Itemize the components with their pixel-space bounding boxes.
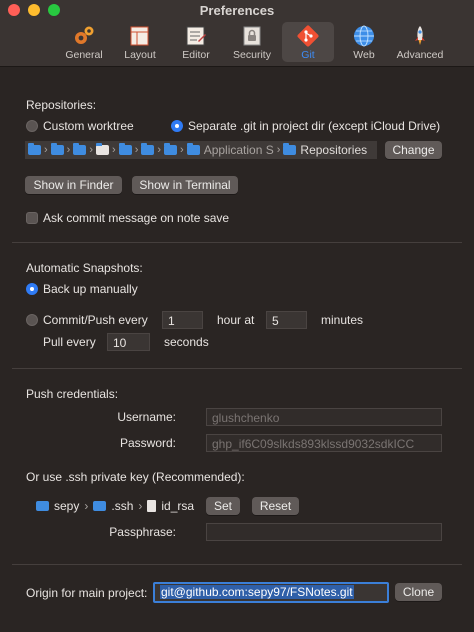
tab-security-label: Security (233, 49, 271, 61)
automatic-snapshots-label: Automatic Snapshots: (26, 261, 143, 275)
chevron-right-icon: › (276, 144, 281, 156)
chevron-right-icon: › (157, 144, 162, 156)
repository-path-control[interactable]: › › › › › › › Application S › Repositorie… (25, 141, 377, 159)
chevron-right-icon: › (44, 144, 48, 156)
key-path-segment: id_rsa (161, 499, 195, 513)
password-label: Password: (119, 436, 176, 450)
pull-every-label: Pull every (43, 335, 96, 349)
chevron-right-icon: › (134, 144, 139, 156)
gears-icon (72, 24, 96, 48)
tab-git[interactable]: Git (282, 22, 334, 62)
lock-icon (240, 24, 264, 48)
hour-at-label: hour at (217, 313, 255, 327)
key-path-segment: sepy (54, 499, 80, 513)
custom-worktree-label[interactable]: Custom worktree (43, 119, 134, 133)
path-segment[interactable]: › (141, 143, 162, 156)
reset-key-button[interactable]: Reset (252, 497, 299, 515)
globe-icon (352, 24, 376, 48)
path-segment[interactable]: › (50, 143, 71, 156)
app-icon (96, 143, 110, 155)
section-divider (12, 242, 462, 243)
tab-editor[interactable]: Editor (170, 22, 222, 62)
pull-seconds-field[interactable]: 10 (107, 333, 150, 351)
folder-icon (36, 501, 49, 511)
key-path-segment: .ssh (111, 499, 134, 513)
git-icon (296, 24, 320, 48)
tab-layout-label: Layout (124, 49, 156, 61)
section-divider (12, 564, 462, 565)
layout-icon (128, 24, 152, 48)
seconds-label: seconds (164, 335, 209, 349)
chevron-right-icon: › (180, 144, 184, 156)
clone-button[interactable]: Clone (395, 583, 442, 601)
chevron-right-icon: › (84, 499, 89, 513)
tab-general-label: General (65, 49, 103, 61)
ask-commit-checkbox[interactable] (26, 212, 38, 224)
section-divider (12, 368, 462, 369)
chevron-right-icon: › (112, 144, 116, 156)
folder-icon (164, 143, 178, 155)
commit-push-radio[interactable] (26, 314, 38, 326)
preferences-toolbar: General Layout Editor Security Git Web A… (58, 22, 450, 62)
backup-manually-label[interactable]: Back up manually (43, 282, 138, 296)
path-segment[interactable]: › (118, 143, 139, 156)
tab-layout[interactable]: Layout (114, 22, 166, 62)
tab-web-label: Web (353, 49, 375, 61)
separate-git-label[interactable]: Separate .git in project dir (except iCl… (188, 119, 440, 133)
repositories-label: Repositories: (26, 98, 97, 112)
commit-minutes-field[interactable]: 5 (266, 311, 307, 329)
folder-icon (283, 143, 297, 155)
commit-hours-field[interactable]: 1 (162, 311, 203, 329)
separate-git-radio[interactable] (171, 120, 183, 132)
password-field[interactable]: ghp_if6C09slkds893klssd9032sdkICC (206, 434, 442, 452)
tab-editor-label: Editor (182, 49, 210, 61)
tab-git-label: Git (301, 49, 315, 61)
origin-label: Origin for main project: (26, 586, 148, 600)
chevron-right-icon: › (138, 499, 143, 513)
ssh-key-label: Or use .ssh private key (Recommended): (26, 470, 245, 484)
tab-security[interactable]: Security (226, 22, 278, 62)
path-segment[interactable]: › (73, 143, 94, 156)
chevron-right-icon: › (89, 144, 94, 156)
path-segment[interactable]: Application S › (186, 143, 281, 157)
tab-web[interactable]: Web (338, 22, 390, 62)
ssh-key-path[interactable]: sepy › .ssh › id_rsa (36, 499, 194, 513)
username-field[interactable]: glushchenko (206, 408, 442, 426)
minutes-label: minutes (321, 313, 364, 327)
backup-manually-radio[interactable] (26, 283, 38, 295)
push-credentials-label: Push credentials: (26, 387, 119, 401)
editor-icon (184, 24, 208, 48)
path-segment[interactable]: › (28, 143, 48, 156)
origin-url-field[interactable]: git@github.com:sepy97/FSNotes.git (153, 582, 389, 603)
folder-icon (141, 143, 155, 155)
folder-icon (73, 143, 87, 155)
document-icon (147, 500, 157, 512)
chevron-right-icon: › (66, 144, 71, 156)
path-segment[interactable]: › (164, 143, 184, 156)
path-segment[interactable]: › (96, 143, 116, 156)
tab-general[interactable]: General (58, 22, 110, 62)
folder-icon (118, 143, 132, 155)
set-key-button[interactable]: Set (206, 497, 240, 515)
origin-url-selection: git@github.com:sepy97/FSNotes.git (160, 585, 354, 599)
show-in-terminal-button[interactable]: Show in Terminal (132, 176, 238, 194)
passphrase-label: Passphrase: (109, 525, 176, 539)
folder-icon (93, 501, 107, 511)
tab-advanced[interactable]: Advanced (394, 22, 446, 62)
change-button[interactable]: Change (385, 141, 442, 159)
window-titlebar: Preferences General Layout Editor Securi… (0, 0, 474, 67)
username-label: Username: (117, 410, 176, 424)
path-segment[interactable]: Repositories (283, 143, 367, 157)
rocket-icon (408, 24, 432, 48)
folder-icon (28, 143, 41, 155)
ask-commit-label[interactable]: Ask commit message on note save (43, 211, 229, 225)
folder-icon (50, 143, 64, 155)
custom-worktree-radio[interactable] (26, 120, 38, 132)
tab-advanced-label: Advanced (396, 49, 444, 61)
show-in-finder-button[interactable]: Show in Finder (25, 176, 122, 194)
folder-icon (186, 143, 200, 155)
window-title: Preferences (199, 3, 275, 18)
passphrase-field[interactable] (206, 523, 442, 541)
commit-push-label[interactable]: Commit/Push every (43, 313, 148, 327)
